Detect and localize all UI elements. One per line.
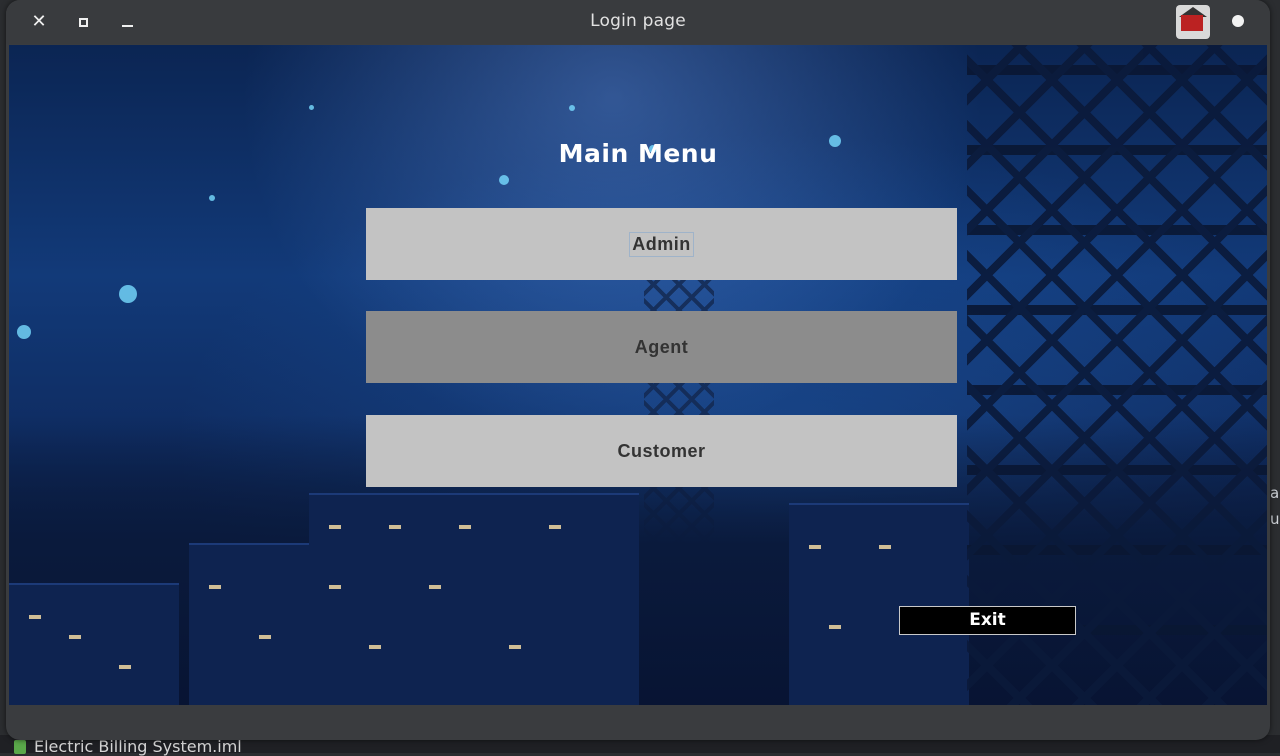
ide-side-char: u — [1270, 510, 1280, 528]
title-bar[interactable]: ✕ Login page — [6, 0, 1270, 44]
window-menu-dot-icon[interactable] — [1232, 15, 1244, 27]
window-title: Login page — [590, 11, 686, 31]
exit-button-label: Exit — [969, 610, 1006, 630]
agent-button-label: Agent — [634, 336, 689, 357]
agent-button[interactable]: Agent — [366, 311, 957, 383]
main-menu-panel: Main Menu Admin Agent Customer Exit — [9, 45, 1267, 705]
file-icon — [14, 740, 26, 754]
ide-side-text: a u — [1270, 480, 1280, 600]
login-window: ✕ Login page Main Menu Admin Agent Custo… — [6, 0, 1270, 740]
admin-button[interactable]: Admin — [366, 208, 957, 280]
customer-button[interactable]: Customer — [366, 415, 957, 487]
java-app-icon — [1176, 5, 1210, 39]
admin-button-label: Admin — [629, 231, 694, 257]
ide-side-char: a — [1270, 484, 1280, 502]
customer-button-label: Customer — [617, 440, 706, 461]
menu-heading: Main Menu — [558, 139, 718, 168]
exit-button[interactable]: Exit — [899, 606, 1076, 635]
